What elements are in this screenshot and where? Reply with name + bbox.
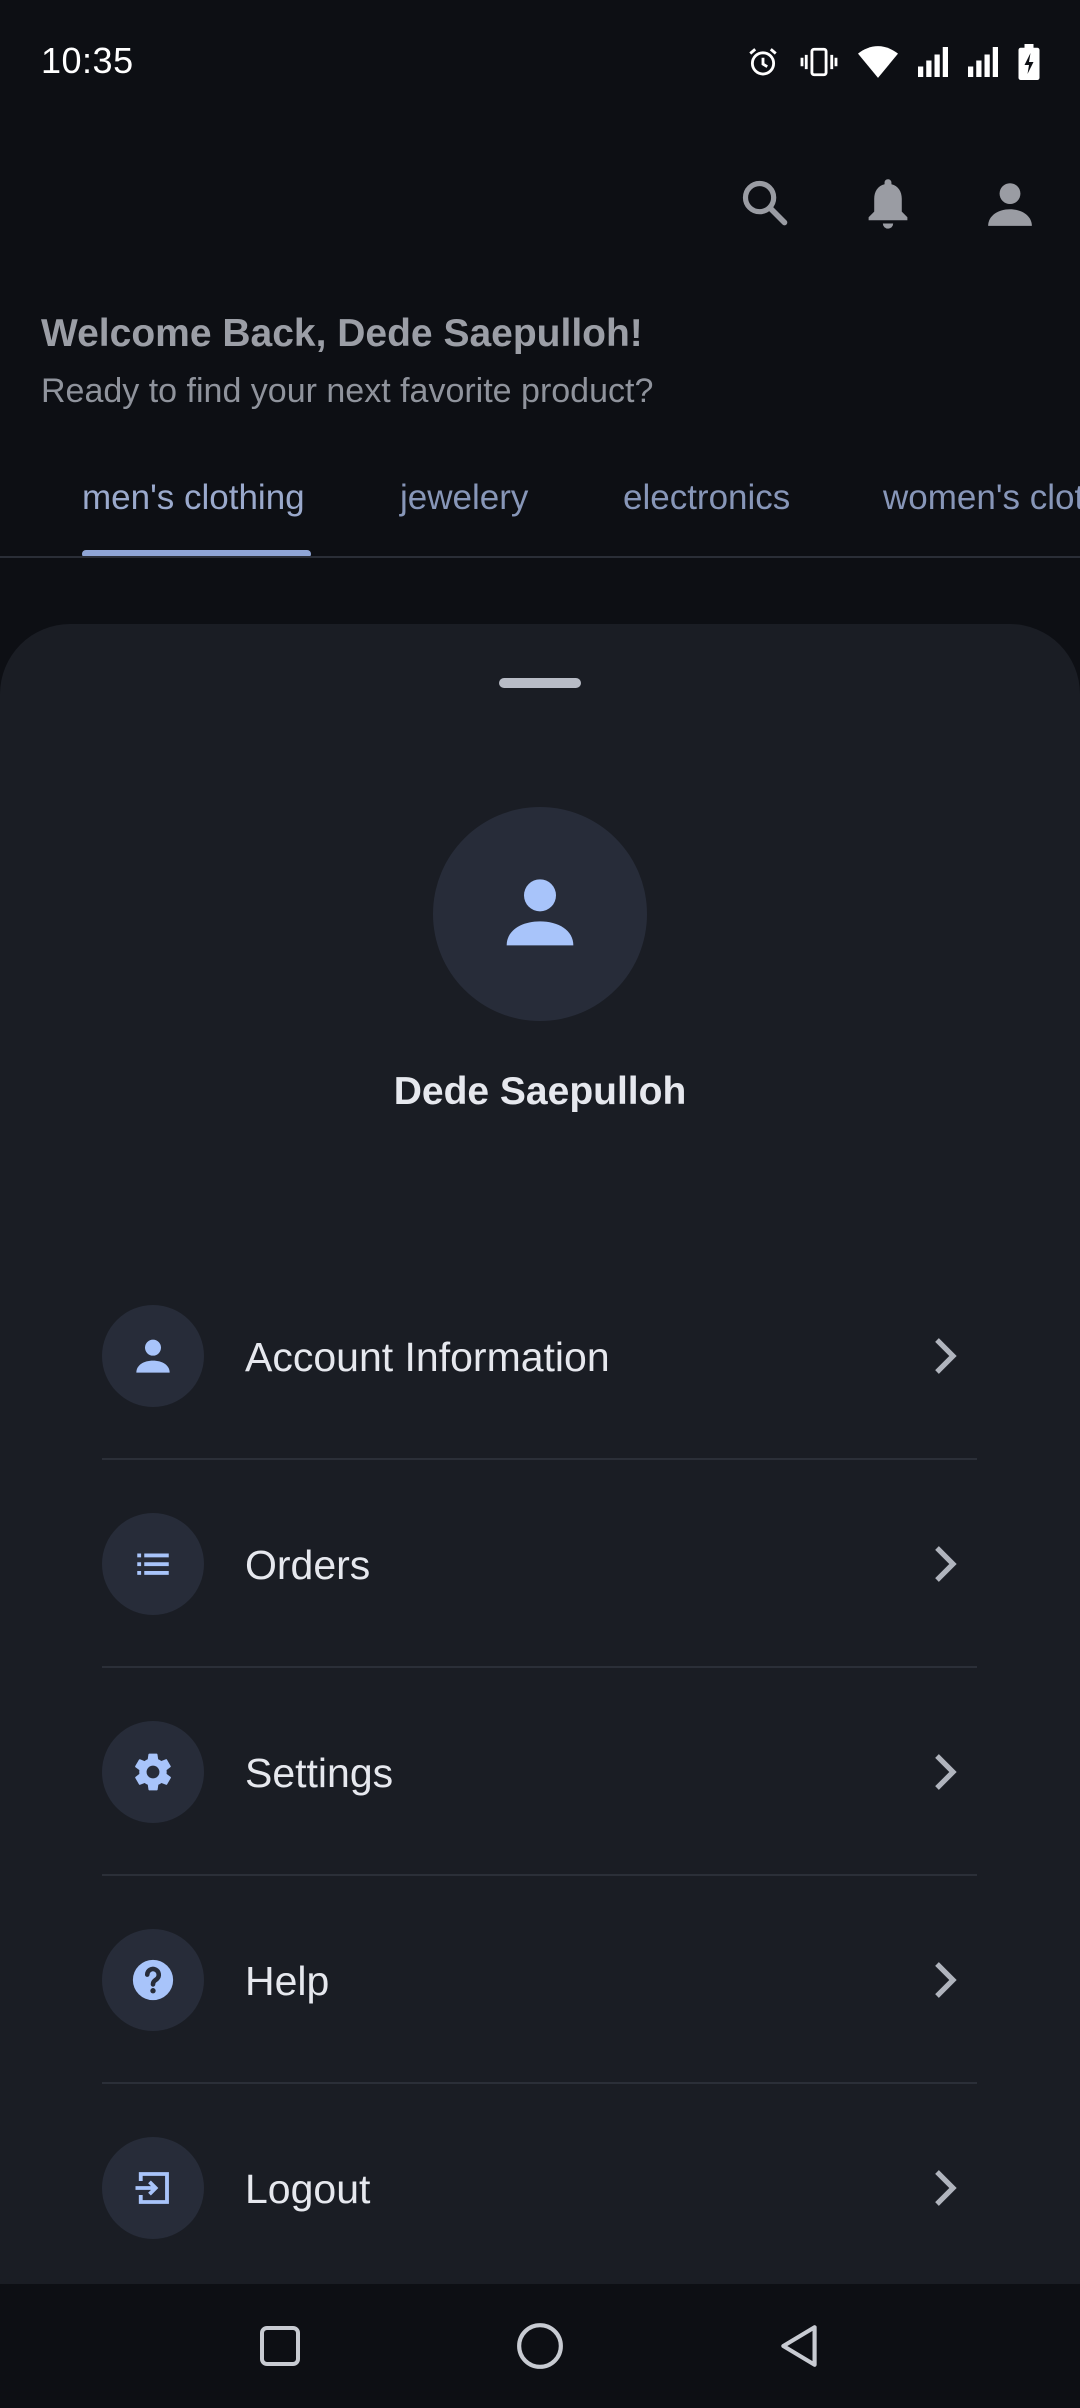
vibrate-icon [800,45,838,79]
profile-bottom-sheet: Dede Saepulloh Account Information Order… [0,624,1080,2292]
status-icons [746,40,1040,84]
person-icon [102,1305,204,1407]
welcome-title: Welcome Back, Dede Saepulloh! [41,312,643,355]
recents-square-icon[interactable] [240,2306,320,2386]
chevron-right-icon [925,1750,965,1794]
category-tabs: men's clothing jewelery electronics wome… [0,440,1080,558]
tab-indicator [82,550,311,556]
signal-icon [968,47,998,77]
menu-item-orders[interactable]: Orders [102,1460,977,1668]
back-triangle-icon[interactable] [760,2306,840,2386]
chevron-right-icon [925,1334,965,1378]
tab-mens-clothing[interactable]: men's clothing [82,478,305,518]
chevron-right-icon [925,1958,965,2002]
menu-item-label: Orders [245,1542,371,1588]
status-time: 10:35 [41,40,134,81]
drag-handle[interactable] [499,678,581,688]
menu-item-label: Help [245,1958,330,2004]
tab-jewelery[interactable]: jewelery [400,478,528,518]
logout-icon [102,2137,204,2239]
menu-item-settings[interactable]: Settings [102,1668,977,1876]
wifi-icon [858,46,898,78]
profile-menu: Account Information Orders Settings Help… [102,1252,977,2292]
system-nav-bar [0,2284,1080,2408]
search-icon[interactable] [730,168,800,238]
chevron-right-icon [925,2166,965,2210]
help-circle-icon [102,1929,204,2031]
avatar [433,807,647,1021]
menu-item-help[interactable]: Help [102,1876,977,2084]
chevron-right-icon [925,1542,965,1586]
signal-icon [918,47,948,77]
menu-item-logout[interactable]: Logout [102,2084,977,2292]
gear-icon [102,1721,204,1823]
top-app-bar [0,168,1080,238]
screen: 10:35 Welcome Back, Dede Saepulloh! Read… [0,0,1080,2408]
person-icon [500,872,580,957]
menu-item-label: Account Information [245,1334,610,1380]
home-circle-icon[interactable] [500,2306,580,2386]
menu-item-label: Logout [245,2166,371,2212]
person-icon[interactable] [975,168,1045,238]
battery-charging-icon [1018,44,1040,80]
alarm-icon [746,45,780,79]
bell-icon[interactable] [853,168,923,238]
tab-electronics[interactable]: electronics [623,478,790,518]
status-bar: 10:35 [0,0,1080,124]
tab-womens-clothing[interactable]: women's clothing [883,478,1080,518]
welcome-subtitle: Ready to find your next favorite product… [41,372,654,410]
list-icon [102,1513,204,1615]
profile-name: Dede Saepulloh [393,1070,687,1113]
menu-item-account-information[interactable]: Account Information [102,1252,977,1460]
menu-item-label: Settings [245,1750,394,1796]
